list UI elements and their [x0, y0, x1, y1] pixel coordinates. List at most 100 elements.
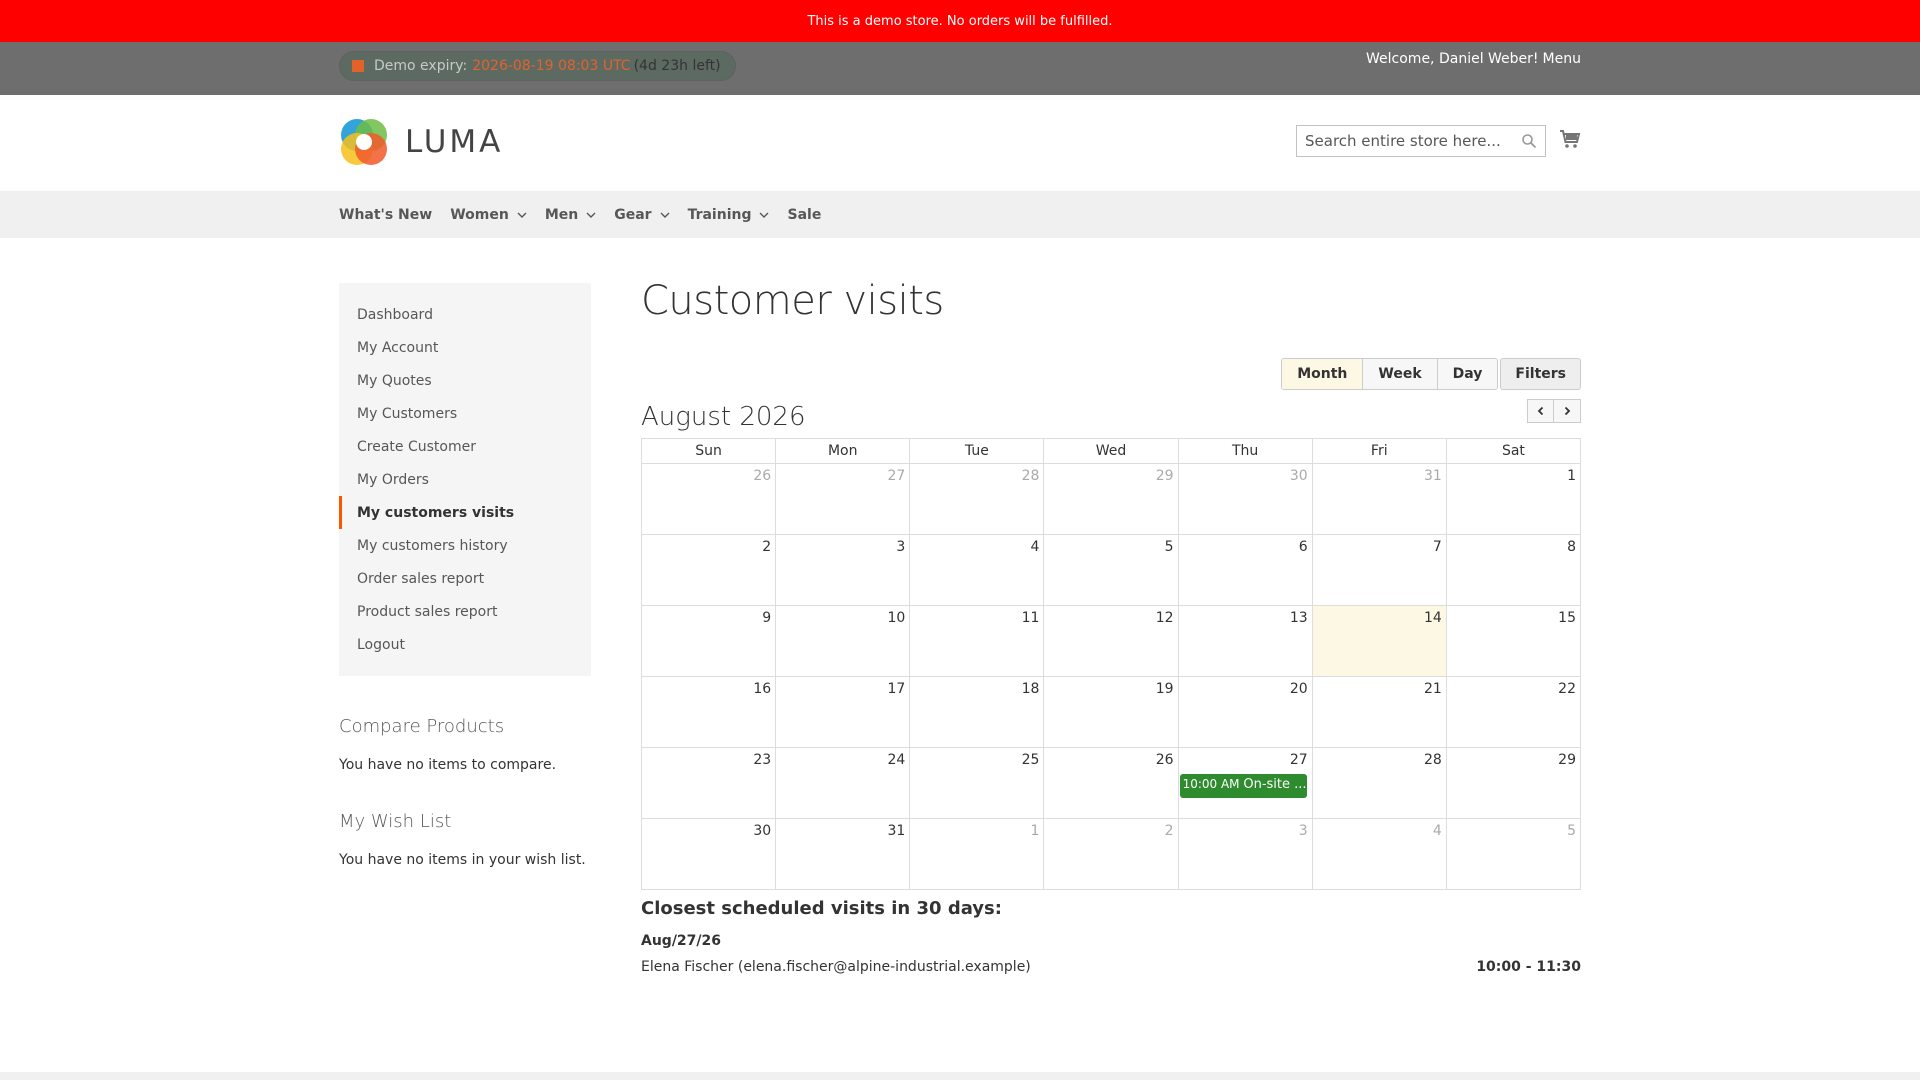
weekday-header: Fri: [1311, 438, 1447, 464]
chevron-down-icon: [517, 212, 527, 218]
calendar-day[interactable]: 13: [1177, 605, 1313, 677]
calendar-day[interactable]: 5: [1445, 818, 1582, 890]
demo-banner-text: This is a demo store. No orders will be …: [807, 13, 1113, 29]
calendar-day[interactable]: 2: [1043, 818, 1179, 890]
day-number: 4: [1030, 539, 1040, 555]
calendar-day[interactable]: 29: [1043, 463, 1179, 535]
calendar-day[interactable]: 16: [640, 676, 777, 748]
footer-strip: [0, 1072, 1920, 1080]
view-month-button[interactable]: Month: [1282, 359, 1364, 389]
sidebar-item-my-customers[interactable]: My Customers: [339, 397, 591, 430]
calendar-day[interactable]: 9: [640, 605, 777, 677]
day-number: 21: [1424, 681, 1442, 697]
sidebar-item-order-sales-report[interactable]: Order sales report: [339, 562, 591, 595]
nav-item-what-s-new[interactable]: What's New: [339, 207, 432, 223]
calendar-day[interactable]: 1: [909, 818, 1045, 890]
nav-item-training[interactable]: Training: [688, 207, 770, 223]
calendar-day[interactable]: 3: [1177, 818, 1313, 890]
calendar-day[interactable]: 7: [1311, 534, 1447, 606]
day-number: 30: [753, 823, 772, 839]
view-day-button[interactable]: Day: [1437, 359, 1498, 389]
day-number: 9: [762, 610, 772, 626]
day-number: 2: [1164, 823, 1174, 839]
luma-logo-text: LUMA: [405, 124, 504, 160]
day-number: 26: [753, 468, 772, 484]
calendar-day[interactable]: 18: [909, 676, 1045, 748]
calendar-day[interactable]: 4: [1311, 818, 1447, 890]
calendar-day[interactable]: 27: [775, 463, 911, 535]
calendar-day[interactable]: 11: [909, 605, 1045, 677]
calendar-day[interactable]: 27 10:00 AM On-site ...: [1177, 747, 1313, 819]
calendar-day[interactable]: 31: [775, 818, 911, 890]
calendar-day[interactable]: 29: [1445, 747, 1582, 819]
calendar-day-today[interactable]: 14: [1311, 605, 1447, 677]
cart-icon[interactable]: [1559, 128, 1581, 150]
calendar-day[interactable]: 8: [1445, 534, 1582, 606]
search-input[interactable]: Search entire store here...: [1296, 125, 1546, 157]
prev-month-button[interactable]: [1527, 399, 1554, 423]
search-icon[interactable]: [1521, 133, 1537, 149]
sidebar-item-logout[interactable]: Logout: [339, 628, 591, 661]
calendar-day[interactable]: 6: [1177, 534, 1313, 606]
calendar-day[interactable]: 30: [1177, 463, 1313, 535]
sidebar-item-my-orders[interactable]: My Orders: [339, 463, 591, 496]
nav-item-label: Men: [544, 206, 579, 223]
calendar-day[interactable]: 30: [640, 818, 777, 890]
day-number: 26: [1155, 752, 1174, 768]
welcome-message: Welcome, Daniel Weber!: [1366, 51, 1539, 67]
sidebar-item-product-sales-report[interactable]: Product sales report: [339, 595, 591, 628]
calendar-day[interactable]: 17: [775, 676, 911, 748]
calendar-day[interactable]: 28: [909, 463, 1045, 535]
menu-link[interactable]: Menu: [1543, 51, 1581, 67]
calendar-day[interactable]: 26: [640, 463, 777, 535]
calendar-day[interactable]: 5: [1043, 534, 1179, 606]
calendar-day[interactable]: 4: [909, 534, 1045, 606]
next-month-button[interactable]: [1554, 399, 1581, 423]
calendar-week: 30 31 1 2 3 4 5: [640, 818, 1582, 890]
sidebar-item-dashboard[interactable]: Dashboard: [339, 298, 591, 331]
calendar-day[interactable]: 19: [1043, 676, 1179, 748]
calendar-day[interactable]: 22: [1445, 676, 1582, 748]
sidebar-item-create-customer[interactable]: Create Customer: [339, 430, 591, 463]
calendar-week: 26 27 28 29 30 31 1: [640, 463, 1582, 535]
visits-calendar: Sun Mon Tue Wed Thu Fri Sat 26 27 28 29 30 31 1 2 3 4 5 6…: [640, 438, 1582, 890]
calendar-day[interactable]: 20: [1177, 676, 1313, 748]
closest-visit-customer[interactable]: Elena Fischer (elena.fischer@alpine-indu…: [641, 959, 1031, 975]
nav-item-gear[interactable]: Gear: [614, 207, 670, 223]
filters-button[interactable]: Filters: [1500, 358, 1581, 390]
closest-visit-date: Aug/27/26: [641, 933, 722, 949]
calendar-day[interactable]: 26: [1043, 747, 1179, 819]
calendar-day[interactable]: 24: [775, 747, 911, 819]
calendar-day[interactable]: 15: [1445, 605, 1582, 677]
luma-logo[interactable]: LUMA: [339, 117, 503, 167]
calendar-day[interactable]: 25: [909, 747, 1045, 819]
calendar-day[interactable]: 23: [640, 747, 777, 819]
sidebar-item-my-account[interactable]: My Account: [339, 331, 591, 364]
sidebar-item-my-customers-visits[interactable]: My customers visits: [339, 496, 591, 529]
calendar-day[interactable]: 21: [1311, 676, 1447, 748]
day-number: 22: [1558, 681, 1576, 697]
nav-item-men[interactable]: Men: [545, 207, 596, 223]
calendar-day[interactable]: 10: [775, 605, 911, 677]
calendar-day[interactable]: 1: [1445, 463, 1582, 535]
day-number: 1: [1567, 468, 1576, 484]
nav-item-sale[interactable]: Sale: [787, 207, 821, 223]
nav-item-women[interactable]: Women: [450, 207, 527, 223]
calendar-day[interactable]: 12: [1043, 605, 1179, 677]
demo-store-banner: This is a demo store. No orders will be …: [0, 0, 1920, 42]
main-navigation: What's New Women Men Gear Training Sale: [0, 191, 1920, 238]
day-number: 19: [1155, 681, 1174, 697]
calendar-day[interactable]: 31: [1311, 463, 1447, 535]
day-number: 16: [753, 681, 772, 697]
view-buttons: Month Week Day: [1281, 358, 1499, 390]
calendar-day[interactable]: 28: [1311, 747, 1447, 819]
calendar-day[interactable]: 3: [775, 534, 911, 606]
view-week-button[interactable]: Week: [1363, 359, 1438, 389]
sidebar-item-my-quotes[interactable]: My Quotes: [339, 364, 591, 397]
weekday-header: Thu: [1177, 438, 1313, 464]
demo-expiry-badge: Demo expiry: 2026-08-19 08:03 UTC (4d 23…: [339, 51, 736, 81]
chevron-left-icon: [1537, 406, 1543, 416]
calendar-day[interactable]: 2: [640, 534, 777, 606]
sidebar-item-my-customers-history[interactable]: My customers history: [339, 529, 591, 562]
calendar-event[interactable]: 10:00 AM On-site ...: [1179, 774, 1307, 798]
